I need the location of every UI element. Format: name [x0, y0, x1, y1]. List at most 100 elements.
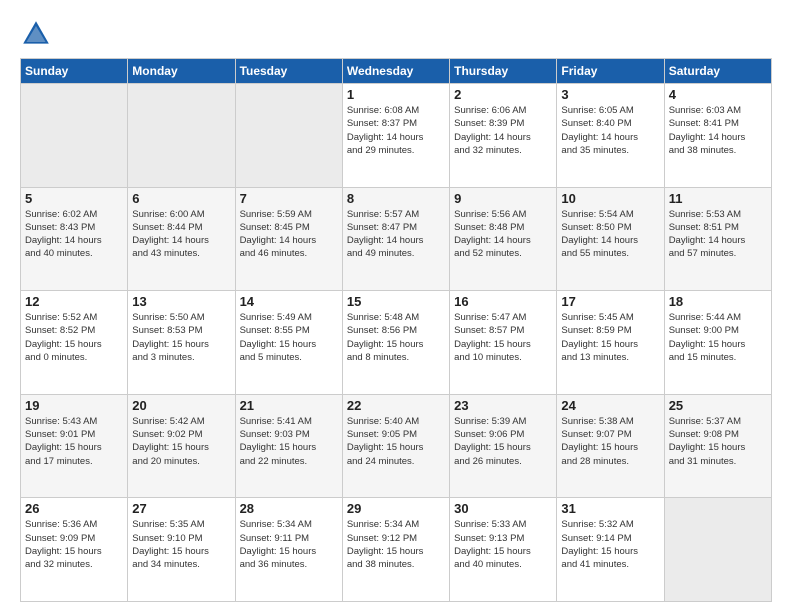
day-number: 2 — [454, 87, 552, 102]
day-info: Sunrise: 5:39 AM Sunset: 9:06 PM Dayligh… — [454, 415, 552, 468]
day-number: 26 — [25, 501, 123, 516]
day-number: 7 — [240, 191, 338, 206]
calendar-cell: 12 Sunrise: 5:52 AM Sunset: 8:52 PM Dayli… — [21, 291, 128, 395]
day-info: Sunrise: 6:03 AM Sunset: 8:41 PM Dayligh… — [669, 104, 767, 157]
day-number: 4 — [669, 87, 767, 102]
day-number: 18 — [669, 294, 767, 309]
day-number: 17 — [561, 294, 659, 309]
day-info: Sunrise: 5:44 AM Sunset: 9:00 PM Dayligh… — [669, 311, 767, 364]
logo-icon — [20, 18, 52, 50]
day-number: 16 — [454, 294, 552, 309]
calendar-cell: 20 Sunrise: 5:42 AM Sunset: 9:02 PM Dayli… — [128, 394, 235, 498]
day-number: 1 — [347, 87, 445, 102]
calendar-cell: 16 Sunrise: 5:47 AM Sunset: 8:57 PM Dayli… — [450, 291, 557, 395]
calendar-cell — [21, 84, 128, 188]
day-info: Sunrise: 5:53 AM Sunset: 8:51 PM Dayligh… — [669, 208, 767, 261]
calendar-cell: 9 Sunrise: 5:56 AM Sunset: 8:48 PM Daylig… — [450, 187, 557, 291]
calendar-cell: 4 Sunrise: 6:03 AM Sunset: 8:41 PM Daylig… — [664, 84, 771, 188]
day-info: Sunrise: 5:50 AM Sunset: 8:53 PM Dayligh… — [132, 311, 230, 364]
calendar-week-row: 1Sunrise: 6:08 AM Sunset: 8:37 PM Daylig… — [21, 84, 772, 188]
day-number: 11 — [669, 191, 767, 206]
day-info: Sunrise: 5:59 AM Sunset: 8:45 PM Dayligh… — [240, 208, 338, 261]
day-number: 29 — [347, 501, 445, 516]
day-number: 21 — [240, 398, 338, 413]
day-info: Sunrise: 5:56 AM Sunset: 8:48 PM Dayligh… — [454, 208, 552, 261]
day-number: 8 — [347, 191, 445, 206]
day-info: Sunrise: 6:06 AM Sunset: 8:39 PM Dayligh… — [454, 104, 552, 157]
day-info: Sunrise: 5:42 AM Sunset: 9:02 PM Dayligh… — [132, 415, 230, 468]
day-number: 6 — [132, 191, 230, 206]
calendar-cell: 11 Sunrise: 5:53 AM Sunset: 8:51 PM Dayli… — [664, 187, 771, 291]
calendar-cell: 28 Sunrise: 5:34 AM Sunset: 9:11 PM Dayli… — [235, 498, 342, 602]
calendar-cell: 13 Sunrise: 5:50 AM Sunset: 8:53 PM Dayli… — [128, 291, 235, 395]
weekday-header-monday: Monday — [128, 59, 235, 84]
day-info: Sunrise: 5:48 AM Sunset: 8:56 PM Dayligh… — [347, 311, 445, 364]
day-info: Sunrise: 5:41 AM Sunset: 9:03 PM Dayligh… — [240, 415, 338, 468]
calendar-week-row: 26 Sunrise: 5:36 AM Sunset: 9:09 PM Dayli… — [21, 498, 772, 602]
day-info: Sunrise: 5:36 AM Sunset: 9:09 PM Dayligh… — [25, 518, 123, 571]
calendar-week-row: 12 Sunrise: 5:52 AM Sunset: 8:52 PM Dayli… — [21, 291, 772, 395]
calendar-cell: 6 Sunrise: 6:00 AM Sunset: 8:44 PM Daylig… — [128, 187, 235, 291]
day-info: Sunrise: 5:32 AM Sunset: 9:14 PM Dayligh… — [561, 518, 659, 571]
day-number: 14 — [240, 294, 338, 309]
day-number: 20 — [132, 398, 230, 413]
weekday-header-wednesday: Wednesday — [342, 59, 449, 84]
day-number: 23 — [454, 398, 552, 413]
day-info: Sunrise: 6:05 AM Sunset: 8:40 PM Dayligh… — [561, 104, 659, 157]
day-number: 12 — [25, 294, 123, 309]
day-info: Sunrise: 5:57 AM Sunset: 8:47 PM Dayligh… — [347, 208, 445, 261]
calendar-cell — [128, 84, 235, 188]
calendar-cell: 15 Sunrise: 5:48 AM Sunset: 8:56 PM Dayli… — [342, 291, 449, 395]
day-number: 28 — [240, 501, 338, 516]
calendar-cell: 22Sunrise: 5:40 AM Sunset: 9:05 PM Dayli… — [342, 394, 449, 498]
day-number: 9 — [454, 191, 552, 206]
day-info: Sunrise: 5:34 AM Sunset: 9:12 PM Dayligh… — [347, 518, 445, 571]
calendar-cell: 18 Sunrise: 5:44 AM Sunset: 9:00 PM Dayli… — [664, 291, 771, 395]
day-number: 15 — [347, 294, 445, 309]
weekday-header-sunday: Sunday — [21, 59, 128, 84]
day-info: Sunrise: 5:34 AM Sunset: 9:11 PM Dayligh… — [240, 518, 338, 571]
day-info: Sunrise: 5:47 AM Sunset: 8:57 PM Dayligh… — [454, 311, 552, 364]
calendar-cell: 19 Sunrise: 5:43 AM Sunset: 9:01 PM Dayli… — [21, 394, 128, 498]
weekday-header-friday: Friday — [557, 59, 664, 84]
day-number: 13 — [132, 294, 230, 309]
calendar-cell — [235, 84, 342, 188]
calendar-week-row: 5Sunrise: 6:02 AM Sunset: 8:43 PM Daylig… — [21, 187, 772, 291]
calendar-cell: 7 Sunrise: 5:59 AM Sunset: 8:45 PM Daylig… — [235, 187, 342, 291]
calendar-cell: 23 Sunrise: 5:39 AM Sunset: 9:06 PM Dayli… — [450, 394, 557, 498]
calendar-cell: 8 Sunrise: 5:57 AM Sunset: 8:47 PM Daylig… — [342, 187, 449, 291]
day-info: Sunrise: 5:54 AM Sunset: 8:50 PM Dayligh… — [561, 208, 659, 261]
day-number: 19 — [25, 398, 123, 413]
calendar-cell: 5Sunrise: 6:02 AM Sunset: 8:43 PM Daylig… — [21, 187, 128, 291]
day-number: 30 — [454, 501, 552, 516]
weekday-header-thursday: Thursday — [450, 59, 557, 84]
day-info: Sunrise: 5:37 AM Sunset: 9:08 PM Dayligh… — [669, 415, 767, 468]
day-info: Sunrise: 5:38 AM Sunset: 9:07 PM Dayligh… — [561, 415, 659, 468]
calendar-cell: 17 Sunrise: 5:45 AM Sunset: 8:59 PM Dayli… — [557, 291, 664, 395]
calendar-cell — [664, 498, 771, 602]
day-number: 27 — [132, 501, 230, 516]
calendar-header-row: SundayMondayTuesdayWednesdayThursdayFrid… — [21, 59, 772, 84]
day-info: Sunrise: 6:00 AM Sunset: 8:44 PM Dayligh… — [132, 208, 230, 261]
calendar-table: SundayMondayTuesdayWednesdayThursdayFrid… — [20, 58, 772, 602]
calendar-cell: 21 Sunrise: 5:41 AM Sunset: 9:03 PM Dayli… — [235, 394, 342, 498]
calendar-cell: 31 Sunrise: 5:32 AM Sunset: 9:14 PM Dayli… — [557, 498, 664, 602]
day-info: Sunrise: 5:52 AM Sunset: 8:52 PM Dayligh… — [25, 311, 123, 364]
day-info: Sunrise: 6:02 AM Sunset: 8:43 PM Dayligh… — [25, 208, 123, 261]
day-info: Sunrise: 5:45 AM Sunset: 8:59 PM Dayligh… — [561, 311, 659, 364]
calendar-cell: 14 Sunrise: 5:49 AM Sunset: 8:55 PM Dayli… — [235, 291, 342, 395]
header — [20, 18, 772, 50]
calendar-cell: 29 Sunrise: 5:34 AM Sunset: 9:12 PM Dayli… — [342, 498, 449, 602]
day-info: Sunrise: 5:43 AM Sunset: 9:01 PM Dayligh… — [25, 415, 123, 468]
calendar-cell: 2 Sunrise: 6:06 AM Sunset: 8:39 PM Daylig… — [450, 84, 557, 188]
calendar-cell: 24Sunrise: 5:38 AM Sunset: 9:07 PM Dayli… — [557, 394, 664, 498]
day-number: 31 — [561, 501, 659, 516]
day-info: Sunrise: 5:35 AM Sunset: 9:10 PM Dayligh… — [132, 518, 230, 571]
weekday-header-saturday: Saturday — [664, 59, 771, 84]
day-info: Sunrise: 5:33 AM Sunset: 9:13 PM Dayligh… — [454, 518, 552, 571]
calendar-cell: 10Sunrise: 5:54 AM Sunset: 8:50 PM Dayli… — [557, 187, 664, 291]
day-info: Sunrise: 5:49 AM Sunset: 8:55 PM Dayligh… — [240, 311, 338, 364]
weekday-header-tuesday: Tuesday — [235, 59, 342, 84]
day-info: Sunrise: 5:40 AM Sunset: 9:05 PM Dayligh… — [347, 415, 445, 468]
logo — [20, 18, 56, 50]
